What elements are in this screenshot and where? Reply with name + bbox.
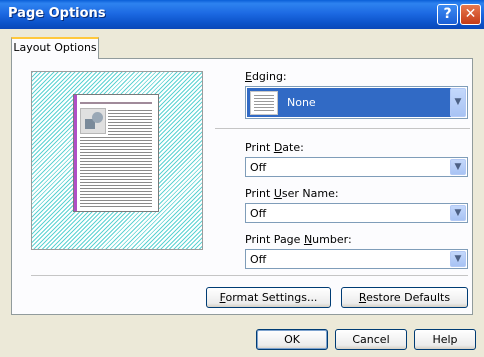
chevron-down-icon[interactable]: ▼ (450, 88, 466, 117)
print-user-name-label: Print User Name: (245, 187, 339, 200)
help-icon[interactable]: ? (437, 4, 458, 25)
close-icon[interactable]: ✕ (460, 4, 481, 25)
print-date-value: Off (250, 161, 267, 174)
chevron-down-icon[interactable]: ▼ (450, 251, 466, 267)
print-user-name-select[interactable]: Off ▼ (245, 203, 468, 223)
divider (215, 128, 470, 129)
edging-selected-item: None (247, 88, 451, 117)
print-user-name-value: Off (250, 207, 267, 220)
preview-text-lines-lower (80, 137, 152, 207)
edging-label: Edging: (245, 70, 287, 83)
edging-value: None (287, 96, 316, 109)
window-title: Page Options (8, 6, 106, 21)
cancel-button[interactable]: Cancel (335, 329, 407, 350)
page-options-dialog: Page Options ? ✕ Layout Options Edging: … (0, 0, 484, 357)
restore-defaults-button[interactable]: Restore Defaults (341, 287, 468, 308)
format-settings-button[interactable]: Format Settings... (206, 287, 331, 308)
edging-select[interactable]: None ▼ (245, 86, 468, 119)
print-page-number-label: Print Page Number: (245, 233, 352, 246)
print-page-number-select[interactable]: Off ▼ (245, 249, 468, 269)
edging-none-icon (250, 91, 278, 115)
preview-edging-strip (74, 95, 77, 211)
tab-layout-options[interactable]: Layout Options (11, 37, 99, 59)
ok-button[interactable]: OK (256, 329, 328, 350)
print-date-label: Print Date: (245, 141, 304, 154)
title-bar[interactable]: Page Options ? ✕ (0, 0, 484, 29)
divider (31, 275, 468, 276)
print-date-select[interactable]: Off ▼ (245, 157, 468, 177)
preview-image-icon (80, 108, 106, 134)
chevron-down-icon[interactable]: ▼ (450, 205, 466, 221)
preview-header-line (80, 102, 152, 104)
chevron-down-icon[interactable]: ▼ (450, 159, 466, 175)
help-button[interactable]: Help (414, 329, 476, 350)
print-page-number-value: Off (250, 253, 267, 266)
